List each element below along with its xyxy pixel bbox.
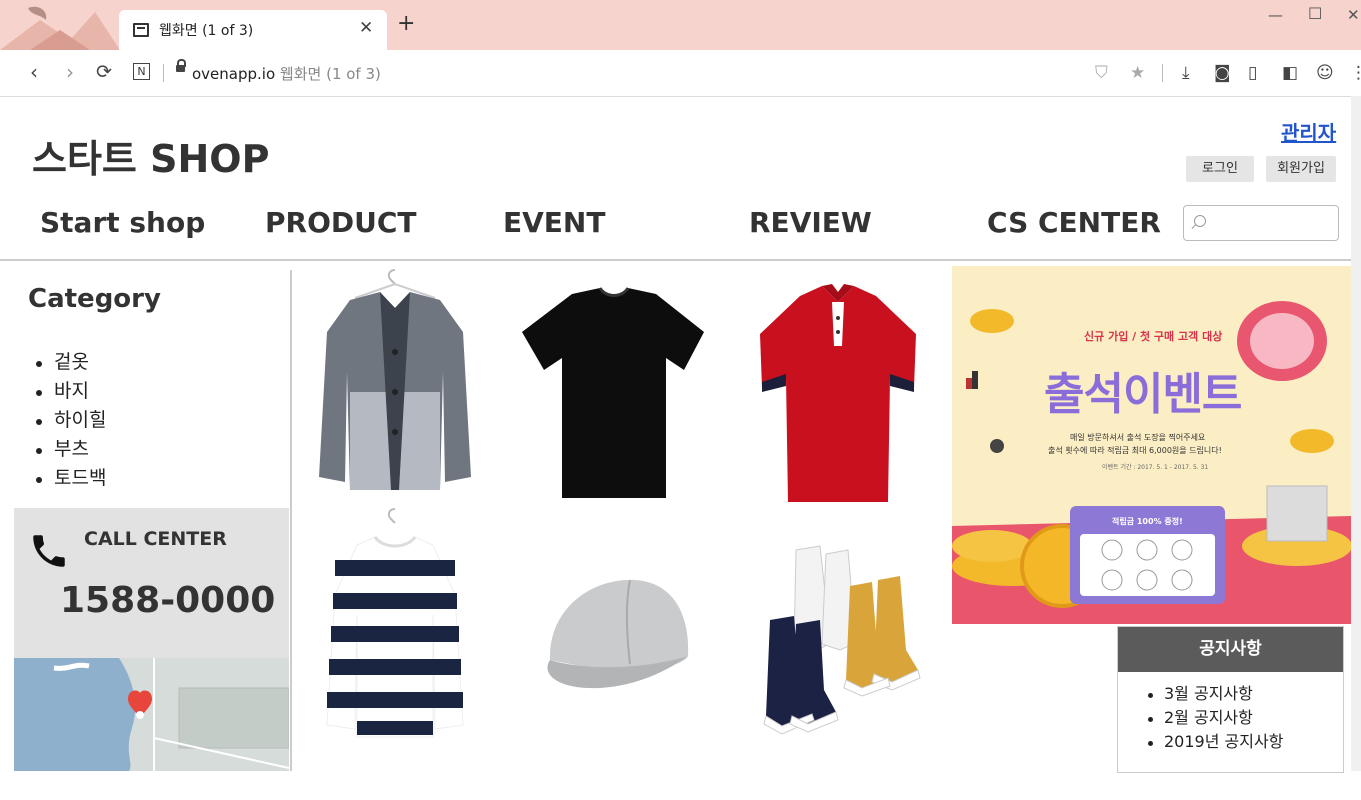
banner-card-label: 적립금 100% 증정! — [1112, 517, 1183, 526]
bookmark-star-icon[interactable]: ★ — [1130, 63, 1145, 83]
category-title: Category — [28, 284, 161, 314]
banner-description-2: 출석 횟수에 따라 적립금 최대 6,000원을 드립니다! — [1048, 446, 1222, 455]
event-banner[interactable]: 신규 가입 / 첫 구매 고객 대상 출석이벤트 매일 방문하셔서 출석 도장을… — [952, 266, 1351, 624]
category-item[interactable]: 토드백 — [35, 464, 106, 493]
lock-icon[interactable] — [176, 59, 186, 72]
notice-item[interactable]: 2월 공지사항 — [1148, 706, 1343, 730]
forward-icon[interactable]: › — [66, 60, 74, 84]
login-button[interactable]: 로그인 — [1186, 156, 1254, 182]
browser-titlebar: 웹화면 (1 of 3) ✕ + — ☐ ✕ — [0, 0, 1361, 50]
menu-icon[interactable]: ⋮ — [1350, 63, 1361, 83]
profile-icon[interactable]: ☺ — [1316, 63, 1334, 83]
nav-review[interactable]: REVIEW — [749, 206, 872, 239]
reader-icon[interactable]: ▯ — [1248, 63, 1257, 83]
product-red-polo[interactable] — [738, 262, 938, 502]
call-center-box: CALL CENTER 1588-0000 — [14, 508, 289, 658]
product-sneakers[interactable] — [758, 540, 958, 780]
reader-mode-icon[interactable]: N — [133, 63, 150, 80]
map-graphic — [14, 658, 289, 771]
search-input[interactable] — [1183, 205, 1339, 241]
notice-box: 공지사항 3월 공지사항 2월 공지사항 2019년 공지사항 — [1117, 626, 1344, 773]
category-item[interactable]: 부츠 — [35, 435, 106, 464]
sidebar-icon[interactable]: ◧ — [1282, 63, 1298, 83]
category-item[interactable]: 하이힐 — [35, 406, 106, 435]
product-gray-cap[interactable] — [530, 560, 730, 800]
close-window-icon[interactable]: ✕ — [1347, 6, 1360, 24]
url-page-title: 웹화면 (1 of 3) — [279, 65, 381, 83]
browser-tab[interactable]: 웹화면 (1 of 3) ✕ — [119, 10, 387, 50]
banner-description-1: 매일 방문하셔서 출석 도장을 찍어주세요 — [1070, 433, 1206, 442]
notice-item[interactable]: 2019년 공지사항 — [1148, 730, 1343, 754]
nav-event[interactable]: EVENT — [503, 206, 605, 239]
download-icon[interactable]: ⤓ — [1182, 63, 1190, 83]
theme-decoration — [0, 6, 120, 50]
notice-title: 공지사항 — [1118, 627, 1343, 672]
divider — [290, 270, 292, 771]
maximize-icon[interactable]: ☐ — [1308, 4, 1322, 23]
notice-list: 3월 공지사항 2월 공지사항 2019년 공지사항 — [1118, 682, 1343, 754]
page-scrollbar[interactable] — [1351, 96, 1361, 771]
new-tab-icon[interactable]: + — [397, 11, 415, 36]
admin-link[interactable]: 관리자 — [1281, 117, 1336, 146]
shield-icon[interactable]: ⛉ — [1095, 63, 1108, 83]
minimize-icon[interactable]: — — [1268, 6, 1283, 24]
category-item[interactable]: 바지 — [35, 377, 106, 406]
product-cardigan[interactable] — [295, 262, 495, 502]
notice-item[interactable]: 3월 공지사항 — [1148, 682, 1343, 706]
reload-icon[interactable]: ⟳ — [96, 61, 112, 83]
tab-close-icon[interactable]: ✕ — [359, 18, 373, 38]
tab-title: 웹화면 (1 of 3) — [159, 23, 254, 39]
banner-headline: 출석이벤트 — [1044, 369, 1242, 420]
url-field[interactable]: ovenapp.io 웹화면 (1 of 3) — [192, 63, 381, 84]
signup-button[interactable]: 회원가입 — [1266, 156, 1336, 182]
category-list: 겉옷 바지 하이힐 부츠 토드백 — [35, 348, 106, 493]
nav-start-shop[interactable]: Start shop — [40, 206, 205, 239]
call-center-label: CALL CENTER — [84, 528, 227, 550]
nav-cs-center[interactable]: CS CENTER — [987, 206, 1161, 239]
map-image[interactable] — [14, 658, 289, 771]
back-icon[interactable]: ‹ — [30, 60, 38, 84]
category-item[interactable]: 겉옷 — [35, 348, 106, 377]
product-black-tshirt[interactable] — [514, 262, 714, 502]
address-bar: ‹ › ⟳ N ovenapp.io 웹화면 (1 of 3) ⛉ ★ ⤓ ◙ … — [0, 50, 1361, 97]
phone-icon — [33, 535, 65, 567]
url-host: ovenapp.io — [192, 65, 276, 83]
divider — [0, 259, 1361, 261]
nav-product[interactable]: PRODUCT — [265, 206, 417, 239]
banner-period: 이벤트 기간 : 2017. 5. 1 - 2017. 5. 31 — [1102, 464, 1209, 471]
divider — [1162, 64, 1163, 82]
divider — [163, 64, 164, 82]
banner-top-text: 신규 가입 / 첫 구매 고객 대상 — [1084, 330, 1223, 343]
call-center-number: 1588-0000 — [60, 580, 276, 621]
camera-icon[interactable]: ◙ — [1214, 63, 1231, 83]
page-icon — [133, 23, 149, 37]
search-icon — [1194, 215, 1206, 227]
site-logo[interactable]: 스타트 SHOP — [32, 128, 269, 183]
product-striped-sweater[interactable] — [295, 505, 495, 745]
